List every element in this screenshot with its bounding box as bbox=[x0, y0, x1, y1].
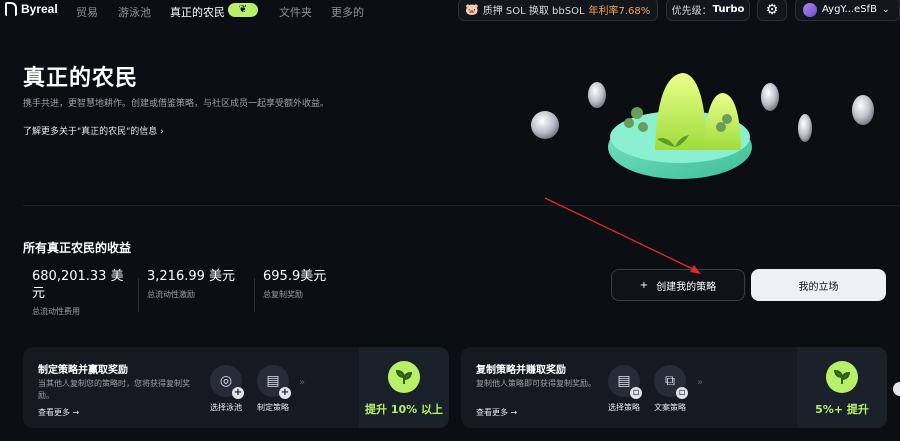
stake-apy: 年利率7.68% bbox=[588, 6, 651, 17]
priority-label: 优先级： bbox=[671, 6, 712, 17]
stat-copy-rewards: 695.9美元 总复制奖励 bbox=[263, 268, 373, 300]
leaf-icon bbox=[826, 361, 858, 393]
step-select-strategy: ▤ ▫ 选择策略 bbox=[599, 365, 649, 413]
reward-text: 提升 10% 以上 bbox=[365, 403, 443, 416]
plus-icon: + bbox=[639, 279, 649, 291]
step-label: 制定策略 bbox=[257, 403, 289, 412]
document-icon: ▤ + bbox=[257, 365, 291, 399]
priority-value: Turbo bbox=[712, 4, 745, 15]
create-strategy-card: 制定策略并赢取奖励 当其他人复制您的策略时，您将获得复制奖励。 查看更多 → ◎… bbox=[23, 347, 449, 428]
stat-divider bbox=[254, 278, 255, 312]
reward-panel: 5%+ 提升 bbox=[797, 347, 887, 428]
brand-name: Byreal bbox=[21, 2, 58, 16]
stake-label: 质押 SOL 换取 bbSOL bbox=[482, 6, 585, 17]
step-copy-strategy: ⧉ ▫ 文案策略 bbox=[645, 365, 695, 413]
stat-value: 695.9美元 bbox=[263, 269, 327, 284]
avatar bbox=[803, 2, 817, 17]
annotation-arrow bbox=[544, 197, 701, 274]
document-icon: ▤ ▫ bbox=[608, 365, 642, 399]
reward-text: 5%+ 提升 bbox=[815, 403, 869, 416]
page-title: 真正的农民 bbox=[23, 66, 139, 91]
stake-sol-button[interactable]: 🐷 质押 SOL 换取 bbSOL 年利率7.68% bbox=[458, 0, 658, 21]
step-label: 选择泳池 bbox=[210, 403, 242, 412]
brand-mark-icon bbox=[5, 2, 17, 16]
stat-label: 总流动性激励 bbox=[147, 290, 195, 299]
see-more-label: 查看更多 bbox=[38, 408, 70, 417]
top-nav: Byreal 贸易 游泳池 真正的农民 ❦ 文件夹 更多的 🐷 质押 SOL 换… bbox=[0, 0, 900, 22]
coin-icon bbox=[798, 114, 812, 142]
chevron-down-icon: ⌄ bbox=[881, 4, 890, 15]
coin-icon bbox=[531, 111, 559, 139]
gear-icon: ⚙ bbox=[765, 1, 779, 18]
see-more-label: 查看更多 bbox=[476, 408, 508, 417]
hill-small bbox=[703, 93, 741, 150]
card-description: 当其他人复制您的策略时，您将获得复制奖励。 bbox=[38, 379, 190, 400]
copy-strategy-card: 复制策略并赚取奖励 复制他人策略即可获得复制奖励。 查看更多 → ▤ ▫ 选择策略… bbox=[461, 347, 887, 428]
floating-widget[interactable] bbox=[893, 382, 900, 396]
chevron-right-icon: › bbox=[160, 127, 164, 137]
coins-icon: ◎ + bbox=[210, 365, 244, 399]
card-title: 制定策略并赢取奖励 bbox=[38, 365, 128, 376]
nav-item-pools[interactable]: 游泳池 bbox=[118, 4, 151, 20]
coin-icon bbox=[761, 83, 779, 111]
nav-item-portfolio[interactable]: 文件夹 bbox=[279, 4, 312, 20]
step-make-strategy: ▤ + 制定策略 bbox=[248, 365, 298, 413]
my-position-button[interactable]: 我的立场 bbox=[751, 269, 886, 301]
coin-icon bbox=[588, 82, 606, 108]
chevrons-right-icon: » bbox=[299, 377, 306, 388]
hero-illustration bbox=[531, 73, 874, 179]
arrow-right-icon: → bbox=[72, 408, 80, 417]
learn-more-label: 了解更多关于"真正的农民"的信息 bbox=[23, 127, 158, 137]
step-label: 选择策略 bbox=[608, 403, 640, 412]
earnings-title: 所有真正农民的收益 bbox=[23, 241, 132, 255]
nav-item-real-farmer[interactable]: 真正的农民 bbox=[170, 4, 225, 20]
page-description: 携手共进，更智慧地耕作。创建或借鉴策略，与社区成员一起享受额外收益。 bbox=[23, 99, 330, 109]
card-title: 复制策略并赚取奖励 bbox=[476, 365, 566, 376]
see-more-link[interactable]: 查看更多 → bbox=[38, 407, 79, 418]
leaf-badge-icon: ❦ bbox=[228, 3, 258, 17]
stat-divider bbox=[138, 278, 139, 312]
copy-icon: ⧉ ▫ bbox=[654, 365, 688, 399]
chevrons-right-icon: » bbox=[697, 377, 704, 388]
section-divider bbox=[23, 205, 900, 206]
wallet-address: AygY...eSfB bbox=[822, 4, 877, 15]
wallet-button[interactable]: AygY...eSfB ⌄ bbox=[795, 0, 900, 21]
my-position-label: 我的立场 bbox=[798, 281, 839, 293]
stat-label: 总流动性费用 bbox=[32, 307, 80, 316]
stat-label: 总复制奖励 bbox=[263, 290, 303, 299]
leaf-icon bbox=[388, 361, 420, 393]
step-select-pool: ◎ + 选择泳池 bbox=[201, 365, 251, 413]
coin-icon bbox=[852, 95, 874, 125]
see-more-link[interactable]: 查看更多 → bbox=[476, 407, 517, 418]
pig-icon: 🐷 bbox=[465, 3, 479, 16]
nav-item-more[interactable]: 更多的 bbox=[331, 4, 364, 20]
nav-item-trade[interactable]: 贸易 bbox=[76, 4, 98, 20]
step-label: 文案策略 bbox=[654, 403, 686, 412]
stat-incentives: 3,216.99 美元 总流动性激励 bbox=[147, 268, 257, 300]
settings-button[interactable]: ⚙ bbox=[757, 0, 787, 21]
brand-logo[interactable]: Byreal bbox=[5, 2, 58, 16]
learn-more-link[interactable]: 了解更多关于"真正的农民"的信息 › bbox=[23, 124, 164, 137]
priority-button[interactable]: 优先级： Turbo bbox=[666, 0, 750, 21]
stat-fees: 680,201.33 美元 总流动性费用 bbox=[32, 268, 132, 317]
reward-panel: 提升 10% 以上 bbox=[359, 347, 449, 428]
arrow-right-icon: → bbox=[510, 408, 518, 417]
stat-value: 3,216.99 美元 bbox=[147, 269, 236, 284]
stat-value: 680,201.33 美元 bbox=[32, 269, 124, 301]
